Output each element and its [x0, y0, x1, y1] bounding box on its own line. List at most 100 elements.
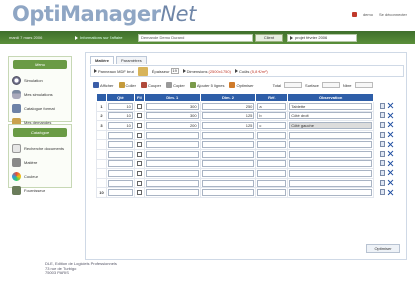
- grain-checkbox[interactable]: [136, 180, 142, 186]
- project-field[interactable]: projet février 2006: [287, 33, 357, 42]
- document-icon[interactable]: [380, 189, 385, 196]
- qty-input[interactable]: [107, 160, 133, 168]
- ref-input[interactable]: [257, 189, 287, 197]
- folder-icon[interactable]: [137, 66, 148, 76]
- qty-input[interactable]: 10: [107, 121, 133, 129]
- thickness-select[interactable]: 19: [170, 68, 179, 74]
- optimize-toolbar-button[interactable]: Optimiser: [229, 82, 254, 88]
- ref-input[interactable]: [257, 141, 287, 149]
- observation-input[interactable]: Côté droit: [289, 112, 372, 120]
- grain-checkbox[interactable]: [136, 113, 142, 119]
- ref-input[interactable]: [257, 169, 287, 177]
- observation-input[interactable]: [289, 179, 372, 187]
- grain-checkbox[interactable]: [136, 103, 142, 109]
- qty-input[interactable]: [107, 179, 133, 187]
- observation-input[interactable]: [289, 189, 372, 197]
- observation-input[interactable]: Côté gauche: [289, 121, 372, 129]
- delete-row-icon[interactable]: [387, 180, 393, 186]
- material-link[interactable]: Panneaux MDF brut: [94, 69, 134, 74]
- dim2-input[interactable]: [201, 141, 255, 149]
- document-icon[interactable]: [380, 112, 385, 119]
- grain-checkbox[interactable]: [136, 151, 142, 157]
- document-icon[interactable]: [380, 121, 385, 128]
- qty-input[interactable]: [107, 131, 133, 139]
- dimensions-link[interactable]: Dimensions (2500x1750): [182, 69, 231, 74]
- qty-input[interactable]: 10: [107, 112, 133, 120]
- qty-input[interactable]: 10: [107, 102, 133, 110]
- sidebar-item-search-documents[interactable]: Recherche documents: [9, 141, 71, 155]
- optimize-button[interactable]: Optimiser: [366, 244, 400, 253]
- delete-row-icon[interactable]: [387, 189, 393, 195]
- tab-parameters[interactable]: Paramètres: [116, 56, 147, 64]
- document-icon[interactable]: [380, 160, 385, 167]
- qty-input[interactable]: [107, 150, 133, 158]
- sidebar-item-catalog-format[interactable]: Catalogue format: [9, 101, 71, 115]
- affair-info-link[interactable]: Informations sur l'affaire: [75, 35, 138, 40]
- dim2-input[interactable]: [201, 169, 255, 177]
- dim1-input[interactable]: [145, 169, 199, 177]
- dim2-input[interactable]: [201, 179, 255, 187]
- delete-row-icon[interactable]: [387, 122, 393, 128]
- cut-button[interactable]: Couper: [140, 82, 161, 88]
- dim2-input[interactable]: [201, 189, 255, 197]
- dim2-input[interactable]: 125: [201, 112, 255, 120]
- sidebar-item-supplier[interactable]: Fournisseur: [9, 183, 71, 197]
- delete-row-icon[interactable]: [387, 160, 393, 166]
- client-button[interactable]: Client: [255, 33, 283, 42]
- dim1-input[interactable]: [145, 160, 199, 168]
- paste-button[interactable]: Coller: [118, 82, 136, 88]
- ref-input[interactable]: b: [257, 112, 287, 120]
- ref-input[interactable]: [257, 150, 287, 158]
- observation-input[interactable]: [289, 141, 372, 149]
- dim2-input[interactable]: [201, 131, 255, 139]
- dim1-input[interactable]: [145, 189, 199, 197]
- document-icon[interactable]: [380, 131, 385, 138]
- delete-row-icon[interactable]: [387, 170, 393, 176]
- observation-input[interactable]: [289, 169, 372, 177]
- dim2-input[interactable]: 250: [201, 102, 255, 110]
- ref-input[interactable]: [257, 160, 287, 168]
- dim2-input[interactable]: [201, 150, 255, 158]
- observation-input[interactable]: Tablette: [289, 102, 372, 110]
- observation-input[interactable]: [289, 160, 372, 168]
- tab-material[interactable]: Matière: [90, 56, 115, 64]
- observation-input[interactable]: [289, 150, 372, 158]
- observation-input[interactable]: [289, 131, 372, 139]
- sidebar-item-material[interactable]: Matière: [9, 155, 71, 169]
- qty-input[interactable]: [107, 169, 133, 177]
- dim2-input[interactable]: 125: [201, 121, 255, 129]
- document-icon[interactable]: [380, 102, 385, 109]
- dim1-input[interactable]: 300: [145, 102, 199, 110]
- grain-checkbox[interactable]: [136, 122, 142, 128]
- logout-link[interactable]: Se déconnecter: [379, 12, 407, 17]
- add-lines-button[interactable]: Ajouter 5 lignes: [189, 82, 224, 88]
- document-icon[interactable]: [380, 141, 385, 148]
- sidebar-item-my-simulations[interactable]: Mes simulations: [9, 87, 71, 101]
- grain-checkbox[interactable]: [136, 142, 142, 148]
- delete-row-icon[interactable]: [387, 132, 393, 138]
- sidebar-item-color[interactable]: Couleur: [9, 169, 71, 183]
- dim2-input[interactable]: [201, 160, 255, 168]
- grain-checkbox[interactable]: [136, 190, 142, 196]
- ref-input[interactable]: [257, 131, 287, 139]
- dim1-input[interactable]: [145, 131, 199, 139]
- costs-link[interactable]: Coûts (5,8 €/m²): [234, 69, 268, 74]
- ref-input[interactable]: [257, 179, 287, 187]
- ref-input[interactable]: c: [257, 121, 287, 129]
- dim1-input[interactable]: 200: [145, 121, 199, 129]
- copy-button[interactable]: Copier: [166, 82, 185, 88]
- grain-checkbox[interactable]: [136, 132, 142, 138]
- display-button[interactable]: Afficher: [93, 82, 114, 88]
- sidebar-item-simulation[interactable]: Simulation: [9, 73, 71, 87]
- qty-input[interactable]: [107, 141, 133, 149]
- delete-row-icon[interactable]: [387, 151, 393, 157]
- dim1-input[interactable]: [145, 141, 199, 149]
- grain-checkbox[interactable]: [136, 161, 142, 167]
- request-field[interactable]: Demande Demo Durand: [138, 33, 253, 42]
- document-icon[interactable]: [380, 179, 385, 186]
- document-icon[interactable]: [380, 150, 385, 157]
- document-icon[interactable]: [380, 169, 385, 176]
- delete-row-icon[interactable]: [387, 141, 393, 147]
- delete-row-icon[interactable]: [387, 112, 393, 118]
- delete-row-icon[interactable]: [387, 103, 393, 109]
